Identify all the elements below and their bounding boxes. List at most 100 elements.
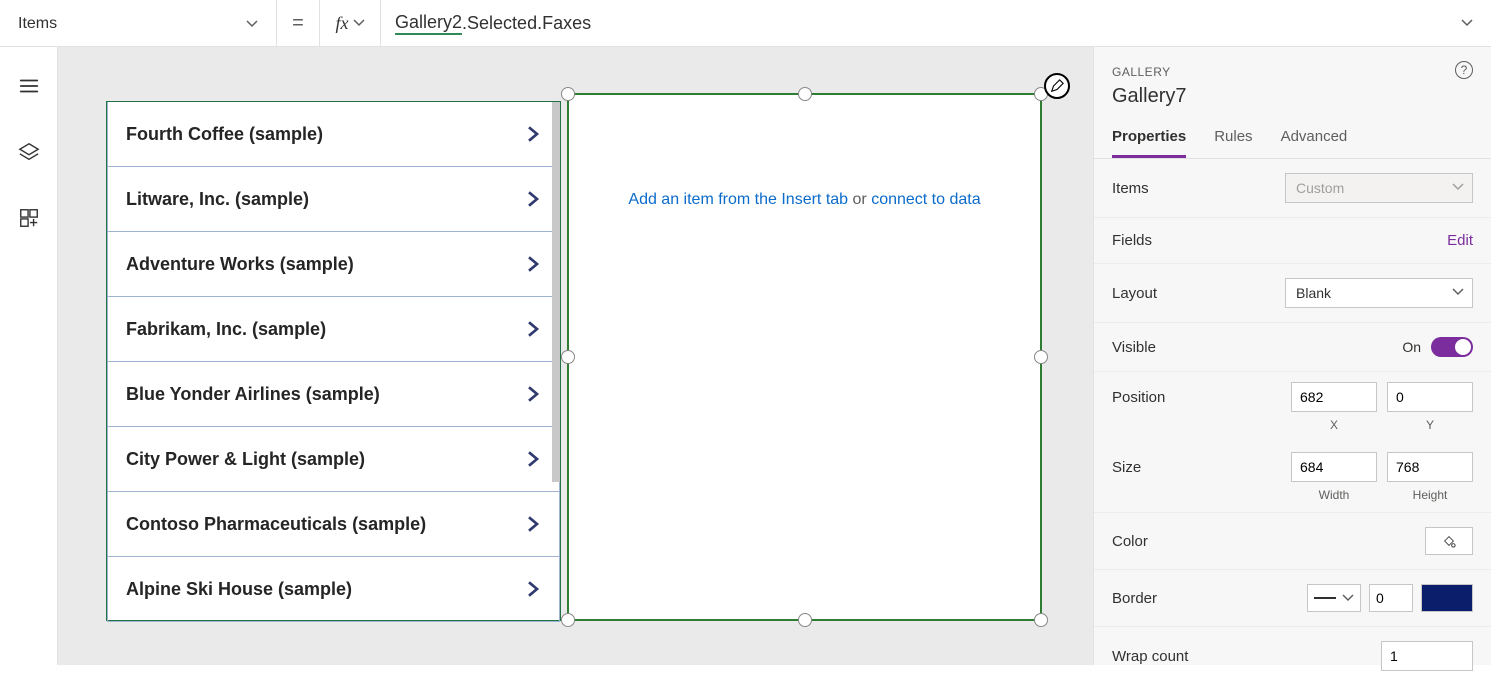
- position-x-sublabel: X: [1291, 418, 1377, 432]
- visible-toggle[interactable]: On: [1402, 337, 1473, 357]
- wrap-count-row: Wrap count: [1094, 627, 1491, 685]
- properties-panel: GALLERY Gallery7 ? Properties Rules Adva…: [1093, 47, 1491, 665]
- list-item[interactable]: Litware, Inc. (sample): [107, 167, 560, 232]
- position-y-sublabel: Y: [1387, 418, 1473, 432]
- chevron-right-icon: [525, 581, 541, 597]
- hint-or-text: or: [848, 191, 871, 208]
- wrap-count-label: Wrap count: [1112, 648, 1188, 665]
- left-rail: [0, 47, 58, 665]
- chevron-right-icon: [525, 256, 541, 272]
- tab-advanced[interactable]: Advanced: [1281, 128, 1348, 158]
- gallery7-control[interactable]: Add an item from the Insert tab or conne…: [567, 93, 1042, 621]
- position-x-input[interactable]: [1291, 382, 1377, 412]
- fx-button[interactable]: fx: [319, 0, 381, 46]
- items-label: Items: [1112, 180, 1149, 197]
- panel-tabs: Properties Rules Advanced: [1094, 108, 1491, 159]
- empty-gallery-hint: Add an item from the Insert tab or conne…: [569, 191, 1040, 209]
- control-type-label: GALLERY: [1112, 65, 1473, 79]
- chevron-right-icon: [525, 321, 541, 337]
- control-name-label: Gallery7: [1112, 85, 1473, 108]
- help-button[interactable]: ?: [1455, 61, 1473, 79]
- list-item[interactable]: City Power & Light (sample): [107, 427, 560, 492]
- color-picker[interactable]: [1425, 527, 1473, 555]
- position-y-input[interactable]: [1387, 382, 1473, 412]
- connect-data-link[interactable]: connect to data: [871, 191, 980, 208]
- list-item[interactable]: Fabrikam, Inc. (sample): [107, 297, 560, 362]
- items-value: Custom: [1296, 180, 1344, 196]
- layout-value: Blank: [1296, 285, 1331, 301]
- resize-handle[interactable]: [561, 350, 575, 364]
- list-item[interactable]: Blue Yonder Airlines (sample): [107, 362, 560, 427]
- chevron-down-icon: [1452, 285, 1464, 301]
- list-item[interactable]: Alpine Ski House (sample): [107, 557, 560, 622]
- tab-properties[interactable]: Properties: [1112, 128, 1186, 158]
- fx-label: fx: [336, 13, 349, 34]
- border-line-preview: [1314, 597, 1336, 599]
- list-item[interactable]: Contoso Pharmaceuticals (sample): [107, 492, 560, 557]
- tab-rules[interactable]: Rules: [1214, 128, 1252, 158]
- list-item[interactable]: Fourth Coffee (sample): [107, 102, 560, 167]
- size-width-input[interactable]: [1291, 452, 1377, 482]
- chevron-right-icon: [525, 386, 541, 402]
- color-property-row: Color: [1094, 513, 1491, 570]
- chevron-down-icon[interactable]: [1461, 13, 1473, 34]
- scrollbar-thumb[interactable]: [552, 102, 560, 482]
- fields-edit-link[interactable]: Edit: [1447, 232, 1473, 249]
- items-dropdown[interactable]: Custom: [1285, 173, 1473, 203]
- chevron-down-icon: [1452, 180, 1464, 196]
- edit-template-button[interactable]: [1044, 73, 1070, 99]
- list-item-label: City Power & Light (sample): [126, 449, 365, 470]
- insert-tab-link[interactable]: Add an item from the Insert tab: [628, 191, 848, 208]
- list-item[interactable]: Adventure Works (sample): [107, 232, 560, 297]
- property-dropdown[interactable]: Items: [0, 0, 277, 47]
- border-color-picker[interactable]: [1421, 584, 1473, 612]
- layers-icon[interactable]: [18, 141, 40, 163]
- list-item-label: Adventure Works (sample): [126, 254, 354, 275]
- size-height-input[interactable]: [1387, 452, 1473, 482]
- resize-handle[interactable]: [561, 87, 575, 101]
- border-label: Border: [1112, 590, 1157, 607]
- gallery2-control[interactable]: Fourth Coffee (sample) Litware, Inc. (sa…: [106, 101, 561, 621]
- color-label: Color: [1112, 533, 1148, 550]
- list-item-label: Fabrikam, Inc. (sample): [126, 319, 326, 340]
- equals-sign: =: [277, 0, 319, 46]
- panel-header: GALLERY Gallery7 ?: [1094, 47, 1491, 108]
- resize-handle[interactable]: [798, 613, 812, 627]
- resize-handle[interactable]: [798, 87, 812, 101]
- design-canvas[interactable]: Fourth Coffee (sample) Litware, Inc. (sa…: [58, 47, 1093, 665]
- list-item-label: Litware, Inc. (sample): [126, 189, 309, 210]
- position-label: Position: [1112, 389, 1165, 406]
- toggle-knob: [1455, 339, 1471, 355]
- formula-input[interactable]: Gallery2.Selected.Faxes: [381, 0, 1491, 46]
- menu-icon[interactable]: [18, 75, 40, 97]
- size-height-sublabel: Height: [1387, 488, 1473, 502]
- resize-handle[interactable]: [561, 613, 575, 627]
- chevron-right-icon: [525, 126, 541, 142]
- visible-property-row: Visible On: [1094, 323, 1491, 372]
- chevron-right-icon: [525, 191, 541, 207]
- resize-handle[interactable]: [1034, 350, 1048, 364]
- position-property-row: Position: [1094, 372, 1491, 418]
- size-sublabels: Width Height: [1094, 488, 1491, 512]
- chevron-right-icon: [525, 516, 541, 532]
- list-item-label: Alpine Ski House (sample): [126, 579, 352, 600]
- wrap-count-input[interactable]: [1381, 641, 1473, 671]
- border-width-input[interactable]: [1369, 584, 1413, 612]
- tiles-icon[interactable]: [18, 207, 40, 229]
- chevron-down-icon: [246, 17, 260, 31]
- formula-token-ref: Gallery2: [395, 12, 462, 35]
- property-dropdown-label: Items: [18, 15, 57, 33]
- layout-dropdown[interactable]: Blank: [1285, 278, 1473, 308]
- size-width-sublabel: Width: [1291, 488, 1377, 502]
- list-item-label: Fourth Coffee (sample): [126, 124, 323, 145]
- chevron-down-icon: [1342, 592, 1354, 604]
- pencil-icon: [1050, 79, 1064, 93]
- border-style-dropdown[interactable]: [1307, 584, 1361, 612]
- formula-bar: Items = fx Gallery2.Selected.Faxes: [0, 0, 1491, 47]
- chevron-right-icon: [525, 451, 541, 467]
- visible-state-text: On: [1402, 339, 1421, 355]
- toggle-track: [1431, 337, 1473, 357]
- size-label: Size: [1112, 459, 1141, 476]
- resize-handle[interactable]: [1034, 613, 1048, 627]
- visible-label: Visible: [1112, 339, 1156, 356]
